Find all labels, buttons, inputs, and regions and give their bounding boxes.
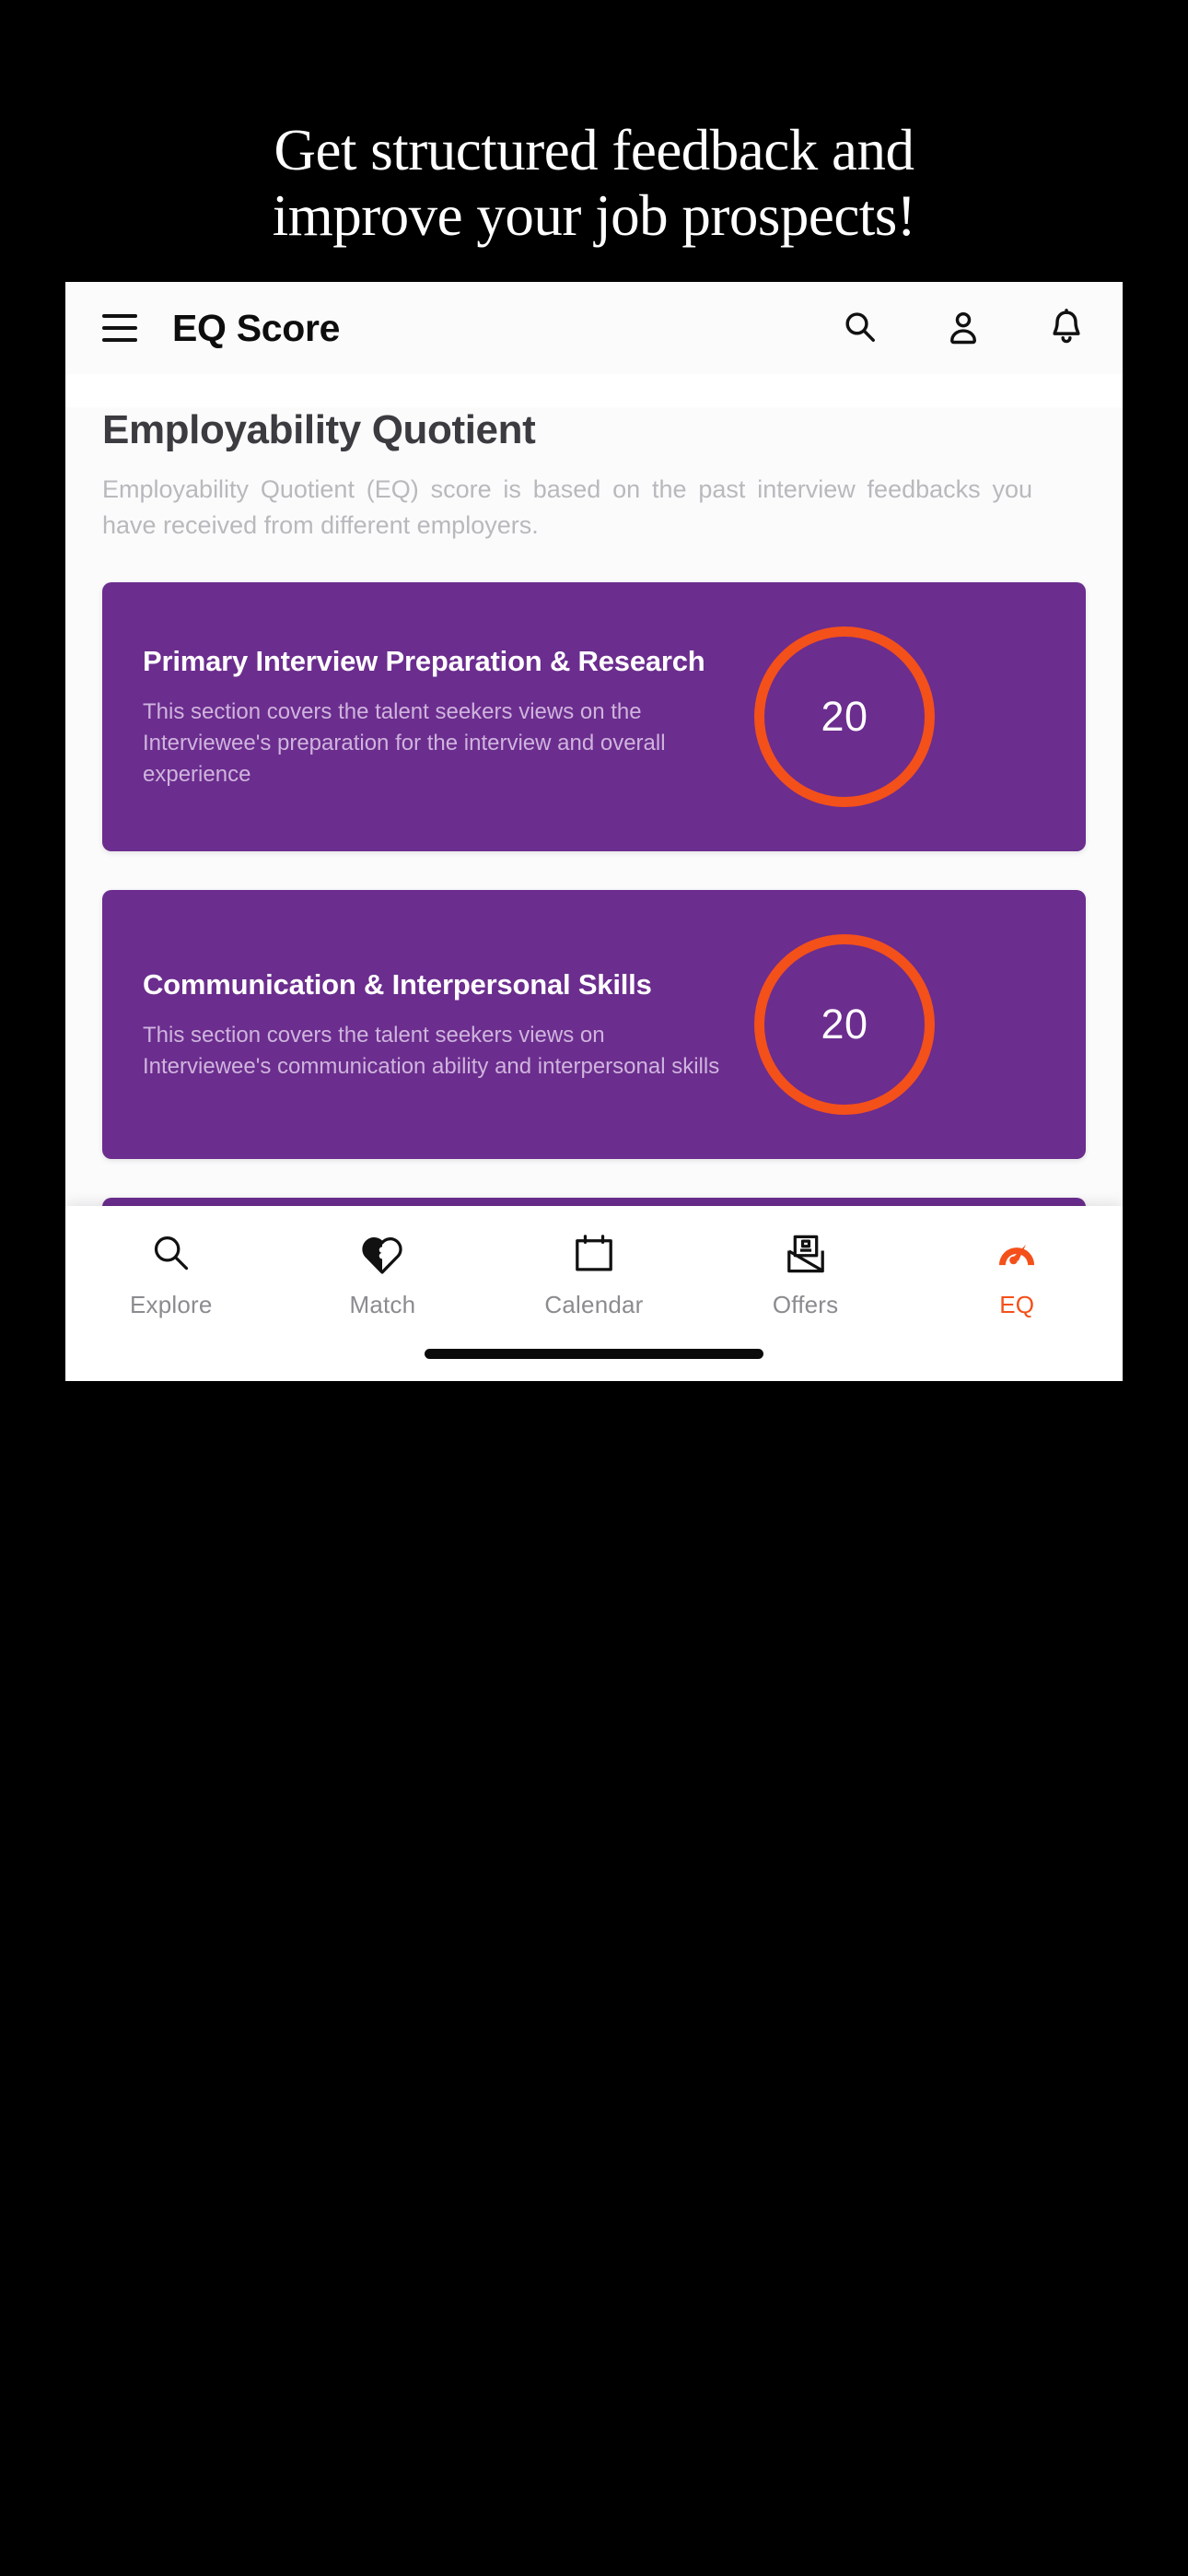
eq-section-card-title: Communication & Interpersonal Skills [143,968,652,1001]
eq-section-card-title: Primary Interview Preparation & Research [143,645,705,678]
promo-headline: Get structured feedback and improve your… [0,0,1188,248]
nav-item-match[interactable]: Match [277,1230,489,1319]
phone-screen: EQ Score Employability Quotient Employab… [65,282,1123,1381]
nav-label-explore: Explore [130,1291,213,1318]
score-value: 20 [821,693,868,741]
eq-section-score: 20 [754,934,935,1116]
offer-envelope-icon [782,1230,830,1278]
nav-item-offers[interactable]: Offers [700,1230,912,1319]
eq-section-card-text: Communication & Interpersonal Skills Thi… [143,966,732,1083]
speedometer-icon [993,1230,1041,1278]
profile-icon[interactable] [942,307,984,349]
eq-section-card-text: Primary Interview Preparation & Research… [143,643,732,790]
page-title: Employability Quotient [102,407,536,452]
eq-section-card[interactable]: Primary Interview Preparation & Research… [102,582,1086,852]
calendar-icon [570,1230,618,1278]
page-description: Employability Quotient (EQ) score is bas… [102,475,1032,540]
search-icon[interactable] [839,307,881,349]
eq-section-score: 20 [754,626,935,808]
score-ring: 20 [754,626,935,808]
app-bar: EQ Score [65,282,1123,374]
search-icon [147,1230,195,1278]
eq-section-card-description: This section covers the talent seekers v… [143,1023,720,1080]
nav-label-match: Match [349,1291,416,1318]
eq-section-card-description: This section covers the talent seekers v… [143,699,666,788]
score-value: 20 [821,1001,868,1048]
app-bar-title: EQ Score [172,306,341,349]
promo-headline-line-2: improve your job prospects! [272,182,916,248]
nav-label-eq: EQ [999,1291,1035,1318]
nav-item-calendar[interactable]: Calendar [488,1230,700,1319]
nav-item-explore[interactable]: Explore [65,1230,277,1319]
app-bar-actions [839,307,1088,349]
home-indicator [425,1349,763,1359]
notifications-bell-icon[interactable] [1045,307,1088,349]
nav-item-eq[interactable]: EQ [911,1230,1123,1319]
nav-label-offers: Offers [772,1291,839,1318]
bottom-navigation-bar: Explore Match Calendar Offers EQ [65,1206,1123,1381]
eq-section-card[interactable]: Communication & Interpersonal Skills Thi… [102,890,1086,1160]
nav-label-calendar: Calendar [544,1291,644,1318]
hamburger-menu-icon[interactable] [102,314,137,342]
promo-headline-line-1: Get structured feedback and [274,118,914,182]
score-ring: 20 [754,934,935,1116]
puzzle-heart-icon [358,1230,406,1278]
